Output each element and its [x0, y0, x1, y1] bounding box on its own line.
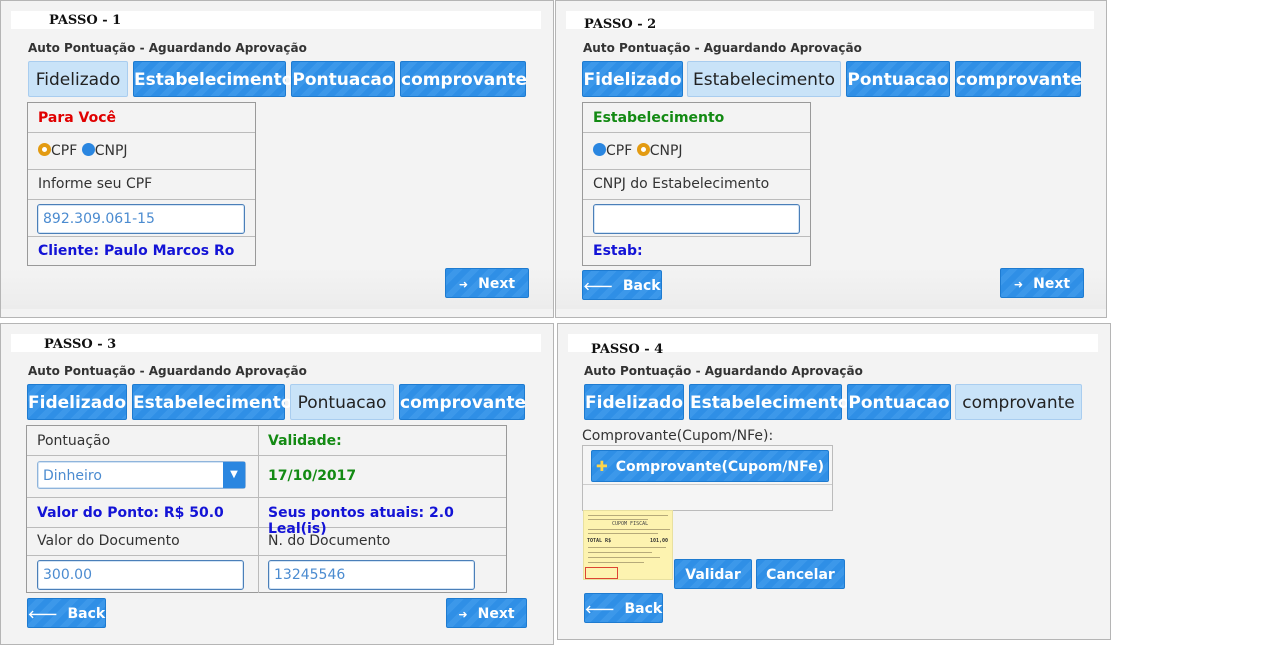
upload-box: ✚ Comprovante(Cupom/NFe) [582, 445, 833, 511]
arrow-left-icon: 🡐 [28, 608, 58, 621]
tab-comprovante[interactable]: comprovante [399, 384, 526, 420]
cnpj-input[interactable] [593, 204, 800, 234]
page-subtitle: Auto Pontuação - Aguardando Aprovação [583, 41, 862, 55]
step-header: PASSO - 1 [11, 11, 541, 29]
section-heading: Estabelecimento [593, 110, 725, 126]
step3-panel: PASSO - 3 Auto Pontuação - Aguardando Ap… [0, 323, 554, 645]
validade-label: Validade: [268, 433, 342, 449]
cpf-input[interactable]: 892.309.061-15 [37, 204, 245, 234]
step-header: PASSO - 4 [568, 334, 1098, 357]
step-header: PASSO - 2 [566, 11, 1094, 32]
step-title: PASSO - 3 [44, 337, 117, 352]
receipt-total: 101,00 [650, 538, 669, 544]
back-button[interactable]: 🡐 Back [27, 598, 106, 628]
add-comprovante-button[interactable]: ✚ Comprovante(Cupom/NFe) [591, 450, 829, 482]
receipt-highlight [585, 567, 618, 579]
tab-pontuacao[interactable]: Pontuacao [846, 61, 950, 97]
tab-pontuacao[interactable]: Pontuacao [847, 384, 951, 420]
arrow-right-icon: ➜ [1013, 278, 1024, 291]
pontuacao-select[interactable]: Dinheiro ▼ [37, 461, 246, 489]
page-subtitle: Auto Pontuação - Aguardando Aprovação [28, 364, 307, 378]
step2-panel: PASSO - 2 Auto Pontuação - Aguardando Ap… [555, 0, 1107, 318]
tab-comprovante[interactable]: comprovante [955, 384, 1082, 420]
tab-estabelecimento[interactable]: Estabelecimento [133, 61, 293, 97]
radio-cpf-label: CPF [51, 143, 78, 159]
step-header: PASSO - 3 [11, 334, 541, 352]
valor-documento-input[interactable]: 300.00 [37, 560, 244, 590]
next-button[interactable]: ➜ Next [1000, 268, 1084, 298]
tab-fidelizado[interactable]: Fidelizado [582, 61, 683, 97]
chevron-down-icon[interactable]: ▼ [223, 462, 245, 488]
fidelizado-form: Para Você CPF CNPJ Informe seu CPF 892.3… [27, 102, 256, 266]
numero-documento-input[interactable]: 13245546 [268, 560, 475, 590]
radio-cnpj-label: CNPJ [94, 143, 128, 159]
tab-fidelizado[interactable]: Fidelizado [27, 384, 127, 420]
client-name: Cliente: Paulo Marcos Ro [38, 243, 235, 259]
receipt-title: CUPOM FISCAL [612, 521, 649, 527]
tab-pontuacao[interactable]: Pontuacao [290, 384, 394, 420]
tab-comprovante[interactable]: comprovante [955, 61, 1082, 97]
radio-cnpj[interactable] [81, 143, 95, 156]
valor-ponto: Valor do Ponto: R$ 50.0 [37, 505, 224, 521]
tab-estabelecimento[interactable]: Estabelecimento [687, 61, 841, 97]
next-button[interactable]: ➜ Next [446, 598, 527, 628]
radio-cnpj[interactable] [636, 143, 650, 156]
comprovante-label: Comprovante(Cupom/NFe): [582, 428, 774, 444]
step4-panel: PASSO - 4 Auto Pontuação - Aguardando Ap… [557, 323, 1111, 640]
radio-cpf[interactable] [38, 143, 51, 156]
cnpj-label: CNPJ do Estabelecimento [593, 176, 770, 192]
radio-cpf[interactable] [593, 143, 606, 156]
tab-estabelecimento[interactable]: Estabelecimento [132, 384, 292, 420]
step-title: PASSO - 1 [49, 13, 122, 28]
tab-fidelizado[interactable]: Fidelizado [28, 61, 128, 97]
numero-documento-label: N. do Documento [268, 533, 391, 549]
tab-comprovante[interactable]: comprovante [400, 61, 527, 97]
valor-documento-label: Valor do Documento [37, 533, 180, 549]
validar-button[interactable]: Validar [674, 559, 752, 589]
next-button[interactable]: ➜ Next [445, 268, 529, 298]
step-title: PASSO - 2 [584, 17, 657, 32]
back-button[interactable]: 🡐 Back [584, 593, 663, 623]
receipt-total-label: TOTAL R$ [587, 538, 612, 544]
arrow-left-icon: 🡐 [583, 280, 613, 293]
arrow-left-icon: 🡐 [585, 603, 615, 616]
pontuacao-select-value: Dinheiro [43, 468, 102, 484]
section-heading: Para Você [38, 110, 117, 126]
pontuacao-form: Pontuação Validade: Dinheiro ▼ 17/10/201… [26, 425, 507, 593]
arrow-right-icon: ➜ [458, 278, 469, 291]
back-button[interactable]: 🡐 Back [582, 270, 662, 300]
receipt-thumbnail[interactable]: CUPOM FISCAL TOTAL R$ 101,00 [583, 510, 673, 580]
page-subtitle: Auto Pontuação - Aguardando Aprovação [584, 364, 863, 378]
tab-estabelecimento[interactable]: Estabelecimento [689, 384, 849, 420]
cpf-label: Informe seu CPF [38, 176, 153, 192]
tab-fidelizado[interactable]: Fidelizado [584, 384, 684, 420]
arrow-right-icon: ➜ [458, 608, 468, 621]
step-title: PASSO - 4 [591, 342, 664, 357]
page-subtitle: Auto Pontuação - Aguardando Aprovação [28, 41, 307, 55]
validade-value: 17/10/2017 [268, 468, 357, 484]
cancelar-button[interactable]: Cancelar [756, 559, 845, 589]
estabelecimento-form: Estabelecimento CPF CNPJ CNPJ do Estabel… [582, 102, 811, 266]
estab-name: Estab: [593, 243, 643, 259]
tab-pontuacao[interactable]: Pontuacao [291, 61, 395, 97]
radio-cpf-label: CPF [606, 143, 633, 159]
pontuacao-label: Pontuação [37, 433, 111, 449]
step1-panel: PASSO - 1 Auto Pontuação - Aguardando Ap… [0, 0, 554, 318]
radio-cnpj-label: CNPJ [649, 143, 683, 159]
plus-icon: ✚ [595, 459, 608, 475]
